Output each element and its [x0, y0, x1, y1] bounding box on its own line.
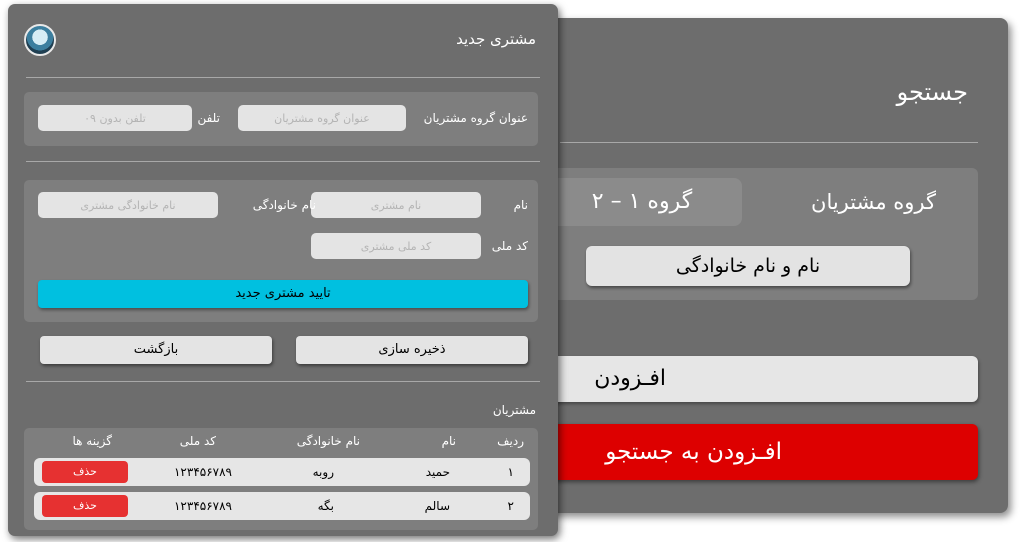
row-first-name: حمید — [425, 465, 450, 479]
dialog-title: مشتری جدید — [456, 30, 536, 48]
divider — [26, 161, 540, 162]
customers-table: ردیف نام نام خانوادگی کد ملی گزینه ها ۱ … — [24, 428, 538, 530]
divider — [26, 77, 540, 78]
new-customer-dialog: مشتری جدید عنوان گروه مشتریان تلفن نام ن… — [8, 4, 558, 536]
add-to-search-button[interactable]: افـزودن به جستجو — [520, 424, 978, 480]
row-index: ۱ — [507, 465, 514, 479]
row-national-code: ۱۲۳۴۵۶۷۸۹ — [173, 499, 232, 513]
table-row: ۱ حمید روبه ۱۲۳۴۵۶۷۸۹ حذف — [34, 458, 530, 486]
confirm-new-customer-button[interactable]: تایید مشتری جدید — [38, 280, 528, 308]
full-name-button[interactable]: نام و نام خانوادگی — [586, 246, 910, 286]
delete-button[interactable]: حذف — [42, 495, 128, 517]
last-name-input[interactable] — [38, 192, 218, 218]
column-header-last-name: نام خانوادگی — [296, 434, 360, 448]
save-button[interactable]: ذخیره سازی — [296, 336, 528, 364]
row-national-code: ۱۲۳۴۵۶۷۸۹ — [173, 465, 232, 479]
customer-group-select[interactable]: گروه ۱ – ۲ — [542, 178, 742, 226]
row-last-name: بگه — [317, 499, 334, 513]
row-first-name: سالم — [424, 499, 450, 513]
delete-button[interactable]: حذف — [42, 461, 128, 483]
app-logo-icon — [24, 24, 56, 56]
first-name-input[interactable] — [311, 192, 481, 218]
customers-section-title: مشتریان — [492, 403, 536, 417]
row-last-name: روبه — [312, 465, 334, 479]
divider — [560, 142, 978, 143]
group-phone-section: عنوان گروه مشتریان تلفن — [24, 92, 538, 146]
search-panel: جستجو گروه مشتریان گروه ۱ – ۲ نام و نام … — [520, 18, 1008, 513]
last-name-label: نام خانوادگی — [252, 198, 316, 212]
national-code-input[interactable] — [311, 233, 481, 259]
phone-label: تلفن — [197, 111, 220, 125]
customer-info-section: نام نام خانوادگی کد ملی تایید مشتری جدید — [24, 180, 538, 322]
add-button[interactable]: افـزودن — [520, 356, 978, 402]
column-header-national-code: کد ملی — [179, 434, 216, 448]
first-name-label: نام — [513, 198, 528, 212]
column-header-options: گزینه ها — [72, 434, 112, 448]
column-header-first-name: نام — [441, 434, 456, 448]
phone-input[interactable] — [38, 105, 192, 131]
national-code-label: کد ملی — [491, 239, 528, 253]
table-row: ۲ سالم بگه ۱۲۳۴۵۶۷۸۹ حذف — [34, 492, 530, 520]
group-title-label: عنوان گروه مشتریان — [423, 111, 528, 125]
divider — [26, 381, 540, 382]
search-panel-title: جستجو — [896, 78, 968, 106]
group-title-input[interactable] — [238, 105, 406, 131]
customer-group-filter: گروه مشتریان گروه ۱ – ۲ نام و نام خانواد… — [542, 168, 978, 300]
column-header-index: ردیف — [497, 434, 524, 448]
customer-group-label: گروه مشتریان — [811, 190, 936, 214]
back-button[interactable]: بازگشت — [40, 336, 272, 364]
row-index: ۲ — [507, 499, 514, 513]
